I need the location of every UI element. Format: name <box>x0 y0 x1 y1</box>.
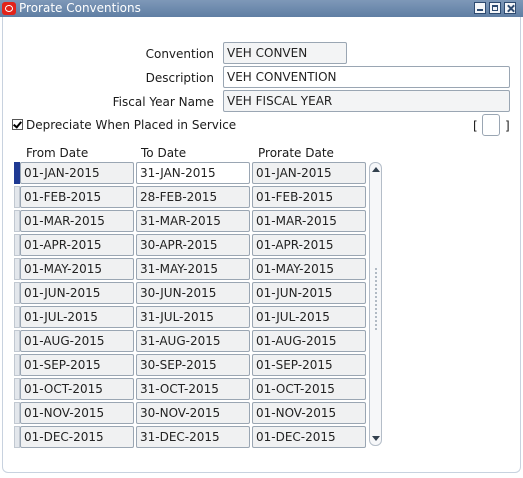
convention-field[interactable]: VEH CONVEN <box>223 42 347 64</box>
depreciate-checkbox-label[interactable]: Depreciate When Placed in Service <box>26 118 236 132</box>
prorate-date-cell[interactable]: 01-JUL-2015 <box>252 306 366 328</box>
dff-close-bracket: ] <box>505 119 510 133</box>
prorate-conventions-window: Prorate Conventions Convention VEH CONVE… <box>0 0 523 478</box>
to-date-cell[interactable]: 30-JUN-2015 <box>136 282 250 304</box>
description-label: Description <box>145 71 214 85</box>
to-date-cell[interactable]: 30-NOV-2015 <box>136 402 250 424</box>
prorate-date-cell[interactable]: 01-JAN-2015 <box>252 162 366 184</box>
prorate-date-cell[interactable]: 01-FEB-2015 <box>252 186 366 208</box>
oracle-icon <box>2 2 16 15</box>
prorate-date-cell[interactable]: 01-NOV-2015 <box>252 402 366 424</box>
fiscal-year-label: Fiscal Year Name <box>112 95 214 109</box>
from-date-cell[interactable]: 01-OCT-2015 <box>20 378 134 400</box>
to-date-cell[interactable]: 31-AUG-2015 <box>136 330 250 352</box>
from-date-cell[interactable]: 01-AUG-2015 <box>20 330 134 352</box>
from-date-cell[interactable]: 01-DEC-2015 <box>20 426 134 448</box>
to-date-cell[interactable]: 31-OCT-2015 <box>136 378 250 400</box>
prorate-date-cell[interactable]: 01-DEC-2015 <box>252 426 366 448</box>
prorate-date-cell[interactable]: 01-OCT-2015 <box>252 378 366 400</box>
from-date-cell[interactable]: 01-MAR-2015 <box>20 210 134 232</box>
prorate-date-cell[interactable]: 01-MAY-2015 <box>252 258 366 280</box>
descriptive-flexfield[interactable] <box>482 114 500 136</box>
convention-label: Convention <box>145 47 214 61</box>
arrow-down-icon[interactable] <box>372 436 380 441</box>
window-title: Prorate Conventions <box>19 1 141 15</box>
from-date-cell[interactable]: 01-FEB-2015 <box>20 186 134 208</box>
description-field[interactable]: VEH CONVENTION <box>223 66 510 88</box>
from-date-cell[interactable]: 01-JUN-2015 <box>20 282 134 304</box>
from-date-cell[interactable]: 01-MAY-2015 <box>20 258 134 280</box>
maximize-icon[interactable] <box>489 2 501 14</box>
column-header-from-date: From Date <box>26 146 89 160</box>
from-date-cell[interactable]: 01-JAN-2015 <box>20 162 134 184</box>
arrow-up-icon[interactable] <box>372 167 380 172</box>
prorate-date-cell[interactable]: 01-JUN-2015 <box>252 282 366 304</box>
to-date-cell[interactable]: 30-APR-2015 <box>136 234 250 256</box>
window-titlebar[interactable]: Prorate Conventions <box>0 0 523 17</box>
close-icon[interactable] <box>504 2 516 14</box>
minimize-icon[interactable] <box>474 2 486 14</box>
dff-open-bracket: [ <box>473 119 478 133</box>
fiscal-year-field[interactable]: VEH FISCAL YEAR <box>223 90 510 112</box>
from-date-cell[interactable]: 01-NOV-2015 <box>20 402 134 424</box>
from-date-cell[interactable]: 01-SEP-2015 <box>20 354 134 376</box>
to-date-cell[interactable]: 31-JUL-2015 <box>136 306 250 328</box>
depreciate-checkbox[interactable] <box>12 119 23 130</box>
to-date-cell[interactable]: 28-FEB-2015 <box>136 186 250 208</box>
prorate-date-cell[interactable]: 01-AUG-2015 <box>252 330 366 352</box>
column-header-prorate-date: Prorate Date <box>258 146 334 160</box>
to-date-cell[interactable]: 31-MAY-2015 <box>136 258 250 280</box>
column-header-to-date: To Date <box>141 146 187 160</box>
vertical-scrollbar[interactable] <box>369 162 382 446</box>
from-date-cell[interactable]: 01-JUL-2015 <box>20 306 134 328</box>
prorate-date-cell[interactable]: 01-MAR-2015 <box>252 210 366 232</box>
to-date-cell[interactable]: 31-JAN-2015 <box>136 162 250 184</box>
prorate-date-cell[interactable]: 01-SEP-2015 <box>252 354 366 376</box>
to-date-cell[interactable]: 30-SEP-2015 <box>136 354 250 376</box>
to-date-cell[interactable]: 31-DEC-2015 <box>136 426 250 448</box>
from-date-cell[interactable]: 01-APR-2015 <box>20 234 134 256</box>
scroll-grip[interactable] <box>374 267 378 331</box>
prorate-date-cell[interactable]: 01-APR-2015 <box>252 234 366 256</box>
to-date-cell[interactable]: 31-MAR-2015 <box>136 210 250 232</box>
